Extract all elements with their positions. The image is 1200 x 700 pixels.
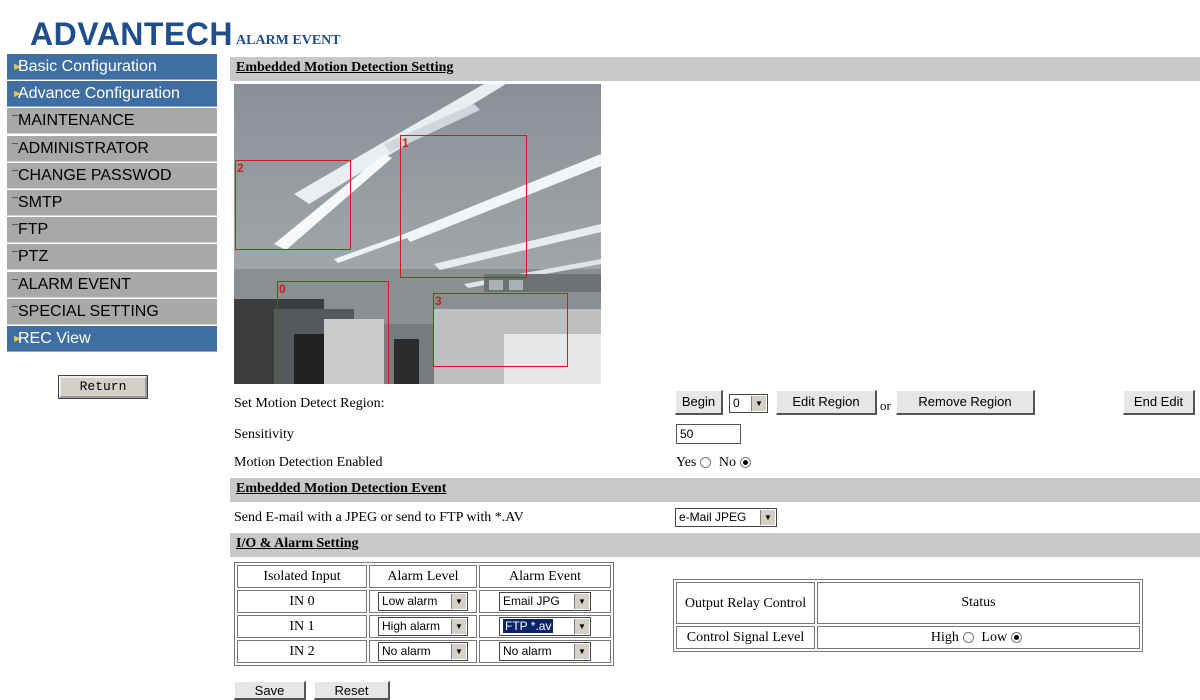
table-row: IN 2 No alarm ▼ No alarm ▼ — [237, 640, 611, 663]
page-title: ALARM EVENT — [236, 33, 341, 48]
sidebar-item-alarm-event[interactable]: ¯ALARM EVENT — [7, 271, 217, 298]
io-header: Isolated Input — [237, 565, 367, 588]
sidebar-menu: ►Basic Configuration ►Advance Configurat… — [7, 54, 217, 353]
yes-radio[interactable] — [700, 457, 712, 469]
relay-status-header: Status — [817, 582, 1140, 624]
camera-preview: 2 1 0 3 — [234, 84, 601, 384]
remove-region-button[interactable]: Remove Region — [896, 390, 1035, 415]
relay-radios: High Low — [817, 626, 1140, 649]
motion-region-label: Set Motion Detect Region: — [234, 396, 385, 411]
edit-region-button[interactable]: Edit Region — [776, 390, 877, 415]
table-row: Control Signal Level High Low — [676, 626, 1140, 649]
begin-button[interactable]: Begin — [675, 390, 723, 415]
advantech-logo: ADVANTECH — [30, 16, 234, 52]
sidebar-item-maintenance[interactable]: ¯MAINTENANCE — [7, 108, 217, 135]
sidebar-item-basic-configuration[interactable]: ►Basic Configuration — [7, 54, 217, 80]
relay-row-label: Control Signal Level — [676, 626, 815, 649]
sidebar-item-smtp[interactable]: ¯SMTP — [7, 189, 217, 216]
alarm-level-select[interactable]: Low alarm ▼ — [378, 592, 468, 611]
alarm-level-select[interactable]: No alarm ▼ — [378, 642, 468, 661]
sidebar-item-ptz[interactable]: ¯PTZ — [7, 244, 217, 271]
alarm-event-select[interactable]: No alarm ▼ — [499, 642, 591, 661]
section-header-motion-event: Embedded Motion Detection Event — [230, 478, 1200, 502]
section-header-io-alarm: I/O & Alarm Setting — [230, 533, 1200, 557]
motion-region: 2 — [235, 160, 351, 250]
table-row: IN 0 Low alarm ▼ Email JPG ▼ — [237, 590, 611, 613]
motion-enabled-radios: Yes No — [676, 455, 755, 471]
motion-region: 0 — [277, 281, 389, 384]
region-select[interactable]: 0 ▼ — [729, 394, 768, 413]
table-row: IN 1 High alarm ▼ FTP *.av ▼ — [237, 615, 611, 638]
io-header: Alarm Event — [479, 565, 611, 588]
dropdown-arrow-icon: ▼ — [451, 594, 466, 609]
alarm-event-select[interactable]: Email JPG ▼ — [499, 592, 591, 611]
or-label: or — [880, 398, 891, 413]
io-input: IN 0 — [237, 590, 367, 613]
sidebar-item-rec-view[interactable]: ►REC View — [7, 325, 217, 352]
return-button[interactable]: Return — [58, 375, 148, 399]
yes-label: Yes — [676, 455, 697, 470]
dropdown-arrow-icon: ▼ — [451, 619, 466, 634]
end-edit-button[interactable]: End Edit — [1123, 390, 1195, 415]
relay-table: Output Relay Control Status Control Sign… — [673, 579, 1143, 652]
dropdown-arrow-icon: ▼ — [760, 510, 775, 525]
alarm-level-select[interactable]: High alarm ▼ — [378, 617, 468, 636]
event-select[interactable]: e-Mail JPEG ▼ — [675, 508, 777, 527]
sensitivity-label: Sensitivity — [234, 427, 294, 442]
sidebar-item-change-password[interactable]: ¯CHANGE PASSWOD — [7, 162, 217, 189]
motion-region: 1 — [400, 135, 527, 278]
relay-header: Output Relay Control — [676, 582, 815, 624]
low-label: Low — [981, 629, 1008, 645]
dropdown-arrow-icon: ▼ — [751, 396, 766, 411]
dropdown-arrow-icon: ▼ — [451, 644, 466, 659]
sidebar-item-ftp[interactable]: ¯FTP — [7, 217, 217, 244]
high-radio[interactable] — [962, 631, 974, 643]
dropdown-arrow-icon: ▼ — [574, 594, 589, 609]
no-label: No — [718, 455, 736, 470]
motion-enabled-label: Motion Detection Enabled — [234, 455, 383, 470]
save-button[interactable]: Save — [234, 681, 306, 700]
dropdown-arrow-icon: ▼ — [574, 644, 589, 659]
io-input: IN 2 — [237, 640, 367, 663]
sidebar-item-administrator[interactable]: ¯ADMINISTRATOR — [7, 135, 217, 162]
high-label: High — [930, 629, 959, 645]
motion-region: 3 — [433, 293, 568, 367]
sidebar-item-advance-configuration[interactable]: ►Advance Configuration — [7, 81, 217, 108]
dropdown-arrow-icon: ▼ — [574, 619, 589, 634]
sidebar-item-special-setting[interactable]: ¯SPECIAL SETTING — [7, 298, 217, 325]
alarm-event-select[interactable]: FTP *.av ▼ — [499, 617, 591, 636]
io-header: Alarm Level — [369, 565, 477, 588]
low-radio[interactable] — [1011, 631, 1023, 643]
section-header-motion-setting: Embedded Motion Detection Setting — [230, 57, 1200, 81]
no-radio[interactable] — [740, 457, 751, 469]
reset-button[interactable]: Reset — [314, 681, 390, 700]
io-table: Isolated Input Alarm Level Alarm Event I… — [234, 562, 614, 666]
sensitivity-input[interactable]: 50 — [676, 424, 741, 444]
event-label: Send E-mail with a JPEG or send to FTP w… — [234, 510, 524, 525]
io-input: IN 1 — [237, 615, 367, 638]
